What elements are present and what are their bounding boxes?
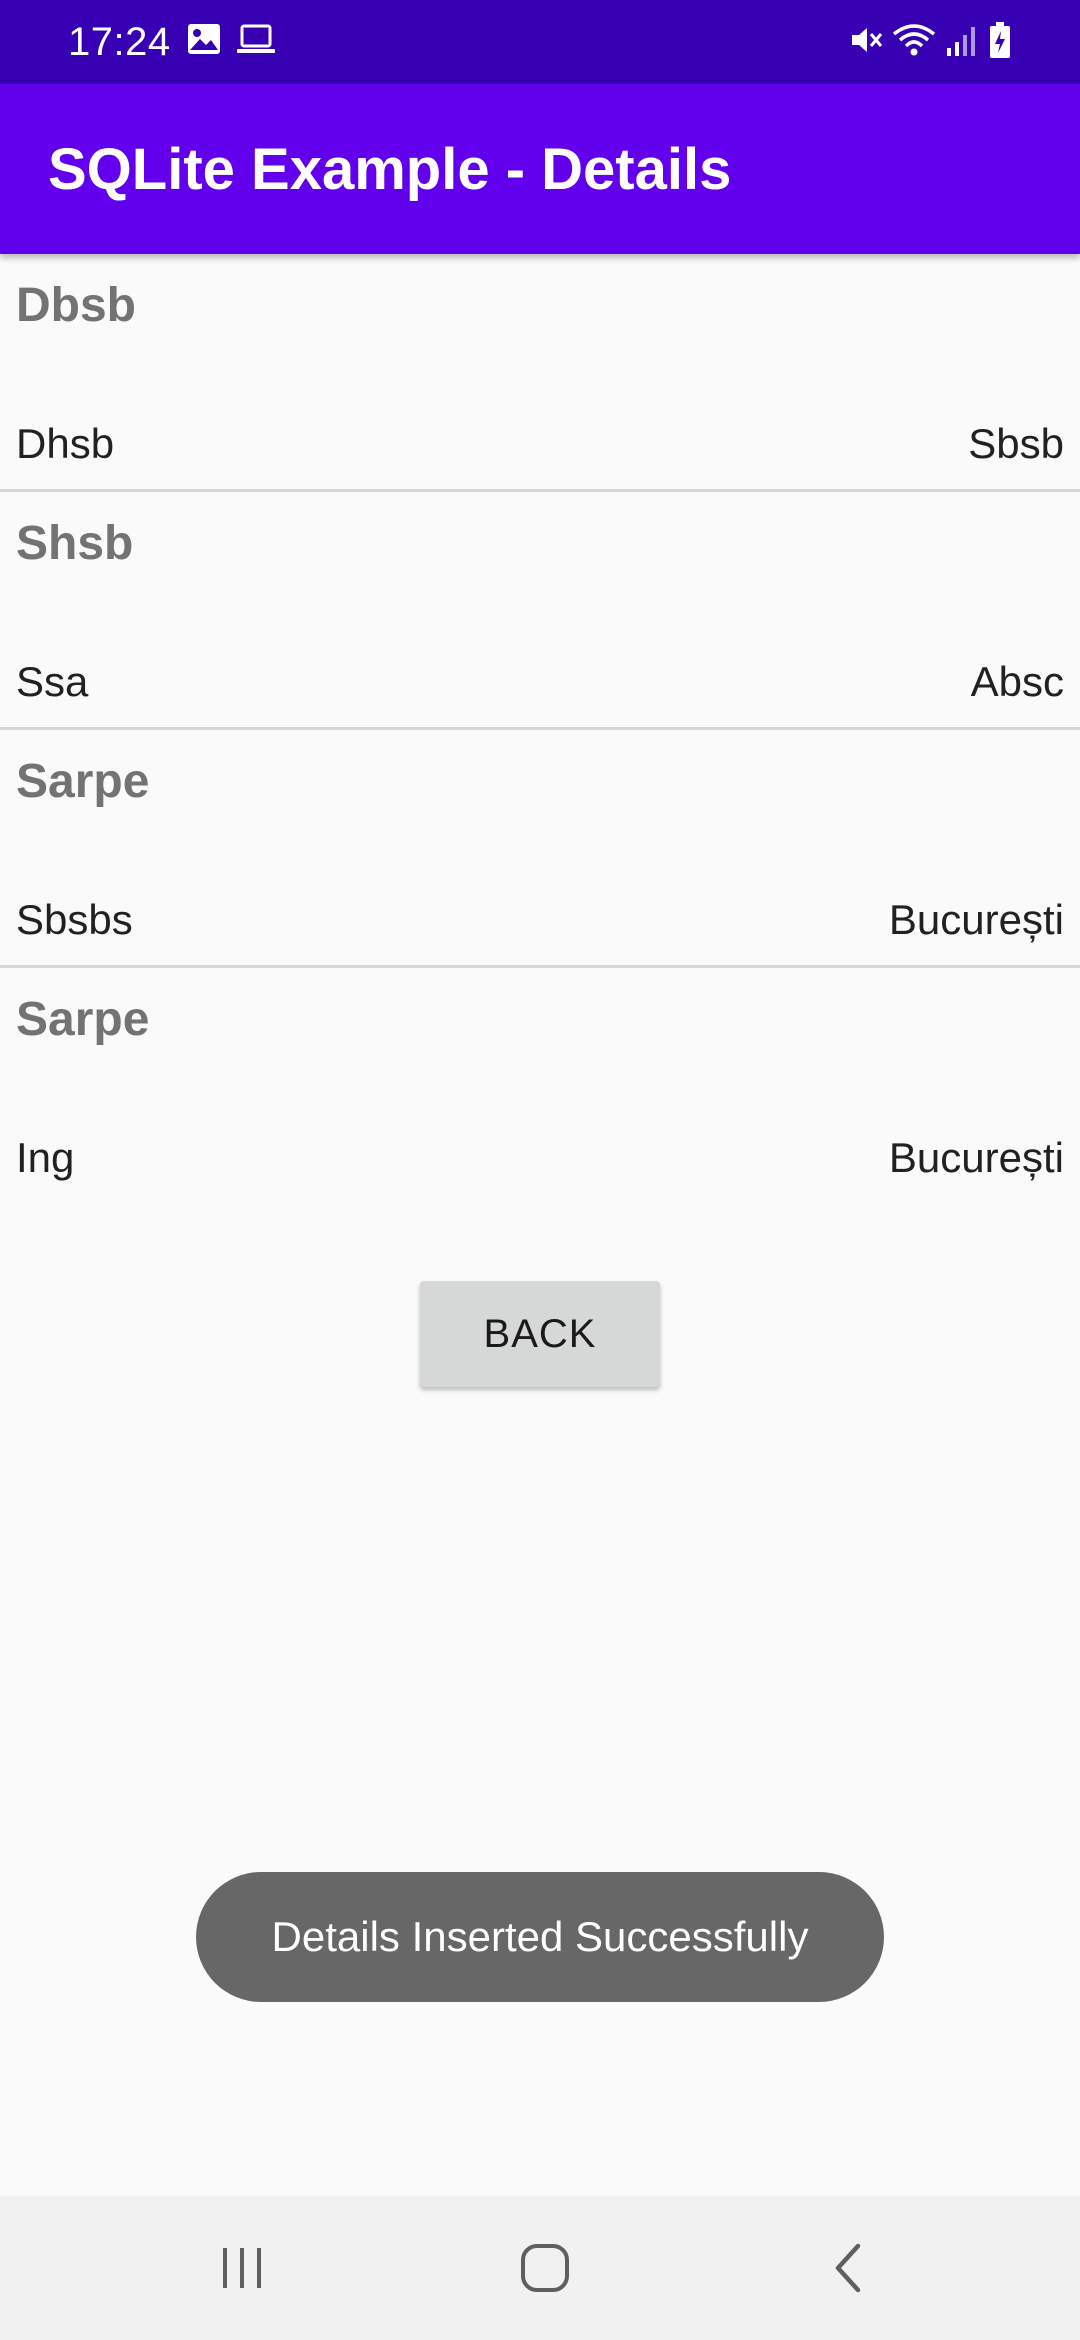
status-bar: 17:24 [0, 0, 1080, 84]
signal-icon [947, 27, 975, 56]
item-name: Dbsb [16, 279, 136, 332]
list-item[interactable]: Dbsb Dhsb Sbsb [0, 254, 1080, 492]
item-designation: Sbsbs [16, 896, 133, 943]
item-location: Absc [970, 658, 1064, 705]
nav-back-button[interactable] [798, 2218, 898, 2318]
toast-message: Details Inserted Successfully [196, 1872, 884, 2002]
page-title: SQLite Example - Details [48, 137, 732, 202]
navigation-bar [0, 2196, 1080, 2340]
item-designation: Ing [16, 1134, 75, 1181]
back-icon [835, 2243, 861, 2293]
list-item[interactable]: Sarpe Sbsbs București [0, 730, 1080, 968]
laptop-icon [237, 24, 275, 53]
details-list: Dbsb Dhsb Sbsb Shsb Ssa Absc Sarpe Sbsbs… [0, 254, 1080, 1206]
list-item[interactable]: Shsb Ssa Absc [0, 492, 1080, 730]
item-location: București [888, 896, 1064, 943]
recents-icon [223, 2248, 261, 2288]
item-name: Sarpe [16, 993, 150, 1046]
wifi-icon [892, 24, 936, 56]
image-icon [188, 24, 220, 54]
battery-icon [990, 22, 1010, 58]
status-time: 17:24 [68, 20, 171, 64]
home-button[interactable] [495, 2218, 595, 2318]
item-name: Shsb [16, 517, 134, 570]
app-bar: SQLite Example - Details [0, 84, 1080, 254]
item-location: Sbsb [968, 420, 1064, 467]
item-designation: Ssa [16, 658, 89, 705]
home-icon [521, 2244, 569, 2292]
mute-icon [852, 28, 883, 52]
item-designation: Dhsb [16, 420, 115, 467]
recents-button[interactable] [192, 2218, 292, 2318]
item-location: București [888, 1134, 1064, 1181]
back-button[interactable]: BACK [420, 1281, 660, 1387]
item-name: Sarpe [16, 755, 150, 808]
list-item[interactable]: Sarpe Ing București [0, 968, 1080, 1206]
